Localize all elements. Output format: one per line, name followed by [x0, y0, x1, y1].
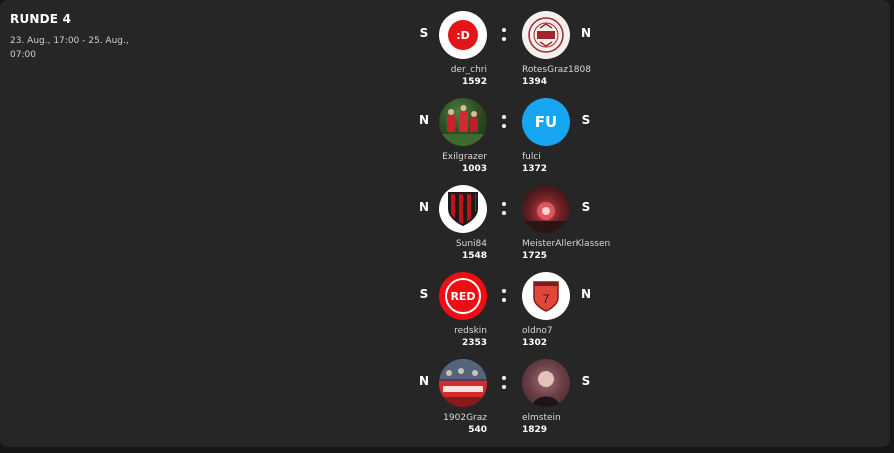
- avatar-rotesgraz1808[interactable]: [522, 11, 570, 59]
- match-row: S :D N der_chri 1592 RotesGraz1808 1394: [0, 11, 894, 98]
- initials-icon: FU: [534, 113, 558, 131]
- number-shield-icon: 7: [533, 281, 559, 312]
- player-score-left: 540: [468, 425, 487, 435]
- pyro-photo-icon: [522, 202, 570, 233]
- player-name-left[interactable]: redskin: [454, 326, 487, 336]
- player-score-left: 2353: [461, 338, 487, 348]
- player-name-right[interactable]: RotesGraz1808: [522, 65, 591, 75]
- player-score-left: 1592: [461, 77, 487, 87]
- match-row: S RED 7 N redskin 2353 oldno7 1302: [0, 272, 894, 359]
- club-crest-icon: [528, 17, 564, 53]
- player-name-left[interactable]: Exilgrazer: [442, 152, 487, 162]
- player-name-left[interactable]: 1902Graz: [443, 413, 487, 423]
- versus-colon: [500, 286, 508, 306]
- player-name-left[interactable]: der_chri: [451, 65, 487, 75]
- avatar-exilgrazer[interactable]: [439, 98, 487, 146]
- versus-colon: [500, 373, 508, 393]
- versus-colon: [500, 112, 508, 132]
- player-score-right: 1829: [522, 425, 548, 435]
- side-indicator-left: N: [418, 200, 430, 214]
- avatar-der-chri[interactable]: :D: [439, 11, 487, 59]
- side-indicator-right: S: [581, 200, 591, 214]
- red-badge-icon: RED: [445, 278, 481, 314]
- side-indicator-left: S: [419, 287, 429, 301]
- player-score-right: 1394: [522, 77, 548, 87]
- player-name-right[interactable]: oldno7: [522, 326, 553, 336]
- player-score-left: 1548: [461, 251, 487, 261]
- player-name-right[interactable]: fulci: [522, 152, 541, 162]
- player-name-right[interactable]: elmstein: [522, 413, 561, 423]
- player-score-right: 1725: [522, 251, 548, 261]
- match-row: N S 1902Graz 540 elmstein 1829: [0, 359, 894, 446]
- avatar-redskin[interactable]: RED: [439, 272, 487, 320]
- player-name-left[interactable]: Suni84: [456, 239, 487, 249]
- number-seven-label: 7: [543, 292, 550, 306]
- side-indicator-right: S: [581, 374, 591, 388]
- side-indicator-right: N: [580, 26, 592, 40]
- avatar-fulci[interactable]: FU: [522, 98, 570, 146]
- player-score-right: 1372: [522, 164, 548, 174]
- football-photo-icon: [439, 105, 487, 146]
- portrait-photo-icon: [532, 371, 560, 407]
- avatar-elmstein[interactable]: [522, 359, 570, 407]
- player-score-left: 1003: [461, 164, 487, 174]
- side-indicator-left: S: [419, 26, 429, 40]
- striped-shield-icon: [448, 192, 478, 227]
- side-indicator-left: N: [418, 113, 430, 127]
- banner-photo-icon: [439, 359, 487, 407]
- versus-colon: [500, 199, 508, 219]
- avatar-oldno7[interactable]: 7: [522, 272, 570, 320]
- versus-colon: [500, 25, 508, 45]
- player-name-right[interactable]: MeisterAllerKlassen: [522, 239, 610, 249]
- player-score-right: 1302: [522, 338, 548, 348]
- avatar-1902graz[interactable]: [439, 359, 487, 407]
- avatar-suni84[interactable]: [439, 185, 487, 233]
- side-indicator-right: N: [580, 287, 592, 301]
- side-indicator-right: S: [581, 113, 591, 127]
- avatar-meisterallerklassen[interactable]: [522, 185, 570, 233]
- match-row: N S Suni84 1548 MeisterAllerKlassen 1725: [0, 185, 894, 272]
- round-card: RUNDE 4 23. Aug., 17:00 - 25. Aug., 07:0…: [0, 0, 890, 447]
- side-indicator-left: N: [418, 374, 430, 388]
- match-row: N FU S Exilgrazer 1003 fulci 1372: [0, 98, 894, 185]
- red-smiley-icon: :D: [448, 20, 478, 50]
